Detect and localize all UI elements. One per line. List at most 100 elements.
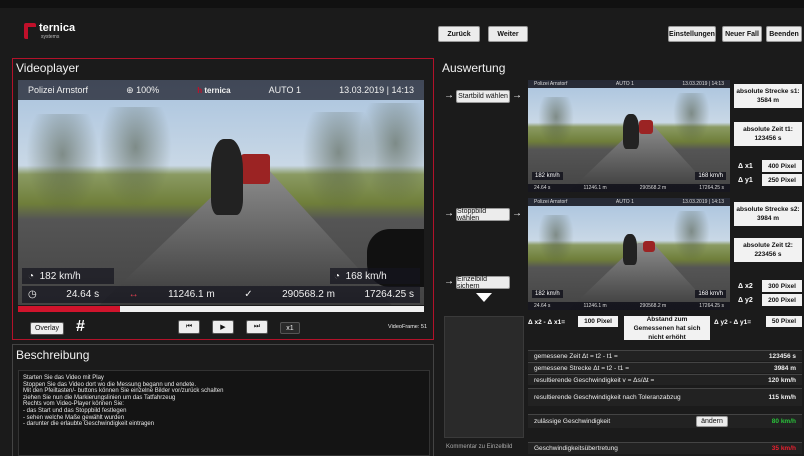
- play-button[interactable]: ▶: [212, 320, 234, 334]
- distance-value: 11246.1 m: [168, 289, 215, 300]
- car: [241, 154, 270, 184]
- time-right-value: 17264.25 s: [364, 289, 414, 300]
- grid-icon[interactable]: #: [76, 318, 85, 336]
- thumb-datetime: 13.03.2019 | 14:13: [682, 199, 724, 205]
- clock-icon: ◷: [28, 289, 37, 300]
- thumb-mode: AUTO 1: [615, 199, 634, 205]
- dx-diff-value: 100 Pixel: [578, 316, 618, 327]
- video-datetime: 13.03.2019 | 14:13: [339, 85, 414, 95]
- t1-value: 123456 s: [754, 135, 782, 142]
- t2-box: absolute Zeit t2: 223456 s: [734, 238, 802, 262]
- logo-sub: systems: [41, 34, 60, 40]
- zoom-icon: ⊕: [126, 84, 137, 95]
- stop-frame-button[interactable]: Stoppbild wählen: [456, 208, 510, 222]
- violation-value: 35 km/h: [771, 445, 796, 452]
- progress-track[interactable]: [18, 306, 424, 312]
- s2-label: absolute Strecke s2:: [736, 206, 800, 213]
- comment-area[interactable]: [444, 316, 524, 438]
- start-frame-button[interactable]: Startbild wählen: [456, 90, 510, 103]
- down-arrow-icon: [476, 293, 492, 302]
- s2-box: absolute Strecke s2: 3984 m: [734, 202, 802, 226]
- description-line: - darunter die erlaubte Geschwindigkeit …: [23, 421, 155, 428]
- time-left-value: 24.64 s: [66, 289, 100, 300]
- description-text: Starten Sie das Video mit Play Stoppen S…: [18, 370, 430, 456]
- video-info-bar: Polizei Arnstorf ⊕ 100% h ternica AUTO 1…: [18, 80, 424, 100]
- thumb-source: Polizei Arnstorf: [534, 199, 568, 205]
- stop-frame-thumbnail: Polizei Arnstorf AUTO 1 13.03.2019 | 14:13…: [528, 198, 730, 310]
- tolerance-row: resultierende Geschwindigkeit nach Toler…: [528, 388, 802, 406]
- thumb-speed-left: 182 km/h: [532, 290, 563, 298]
- position-value: 290568.2 m: [282, 289, 335, 300]
- motorcycle: [210, 138, 244, 215]
- allowed-speed-label: zulässige Geschwindigkeit: [534, 418, 611, 425]
- speed-icon: ◔: [334, 270, 346, 282]
- start-frame-thumbnail: Polizei Arnstorf AUTO 1 13.03.2019 | 14:13…: [528, 80, 730, 192]
- s1-label: absolute Strecke s1:: [736, 88, 800, 95]
- logo-mark-icon: [24, 23, 36, 39]
- description-line: - das Start und das Stoppbild festlegen: [23, 407, 127, 414]
- dy-diff-label: Δ y2 - Δ y1=: [714, 319, 751, 326]
- thumb-dist: 11246.1 m: [583, 303, 607, 309]
- arrow-right-icon: →: [444, 276, 454, 287]
- s2-value: 3984 m: [756, 215, 780, 222]
- thumb-dist: 11246.1 m: [583, 185, 607, 191]
- dx1-value: 400 Pixel: [762, 160, 802, 172]
- thumb-pos: 290568.2 m: [639, 185, 667, 191]
- step-forward-button[interactable]: ⏭: [246, 320, 268, 334]
- save-frame-button[interactable]: Einzelbild sichern: [456, 276, 510, 290]
- description-line: - sehen welche Maße gewählt wurden: [23, 414, 125, 421]
- result-row: resultierende Geschwindigkeit v = Δs/Δt …: [528, 374, 802, 385]
- change-speed-button[interactable]: ändern: [696, 416, 728, 427]
- speed-select[interactable]: x1: [280, 322, 300, 334]
- t1-label: absolute Zeit t1:: [743, 126, 793, 133]
- description-line: ziehen Sie nun die Markierungslinien um …: [23, 394, 176, 401]
- comment-label: Kommentar zu Einzelbild: [446, 444, 513, 450]
- allowed-speed-row: zulässige Geschwindigkeit 80 km/h: [528, 414, 802, 428]
- frame-counter: VideoFrame: 51: [388, 324, 428, 330]
- thumb-time: 24.64 s: [534, 303, 551, 309]
- dx2-value: 300 Pixel: [762, 280, 802, 292]
- result-value: 3984 m: [773, 364, 796, 372]
- dx2-label: Δ x2: [738, 283, 753, 290]
- overlay-button[interactable]: Overlay: [30, 322, 64, 335]
- thumb-time: 24.64 s: [534, 185, 551, 191]
- thumb-source: Polizei Arnstorf: [534, 81, 568, 87]
- skip-forward-icon: ⏭: [253, 323, 261, 330]
- result-value: 123456 s: [768, 352, 796, 360]
- s1-value: 3584 m: [756, 97, 780, 104]
- measurement-bar: ◷ 24.64 s ↔ 11246.1 m ✓ 290568.2 m 17264…: [22, 286, 420, 303]
- video-watermark-logo: h ternica: [197, 85, 231, 95]
- result-row: gemessene Zeit Δt = t2 - t1 = 123456 s: [528, 350, 802, 361]
- thumb-speed-right: 168 km/h: [695, 290, 726, 298]
- dy2-value: 200 Pixel: [762, 294, 802, 306]
- description-line: Rechts vom Video-Player können Sie:: [23, 401, 124, 408]
- thumb-mode: AUTO 1: [615, 81, 634, 87]
- distance-icon: ↔: [128, 289, 139, 300]
- speed-left-box: ◔ 182 km/h: [22, 268, 114, 284]
- description-line: Starten Sie das Video mit Play: [23, 375, 104, 381]
- dx-diff-label: Δ x2 - Δ x1=: [528, 319, 565, 326]
- dy-diff-value: 50 Pixel: [766, 316, 802, 327]
- description-line: Stoppen Sie das Video dort wo die Messun…: [23, 381, 197, 388]
- settings-button[interactable]: Einstellungen: [668, 26, 716, 42]
- result-label: gemessene Strecke Δt = t2 - t1 =: [534, 364, 630, 372]
- next-button[interactable]: Weiter: [488, 26, 528, 42]
- t2-label: absolute Zeit t2:: [743, 242, 793, 249]
- new-case-button[interactable]: Neuer Fall: [722, 26, 762, 42]
- dy2-label: Δ y2: [738, 297, 753, 304]
- result-row: gemessene Strecke Δt = t2 - t1 = 3984 m: [528, 362, 802, 373]
- description-line: Mit den Pfeiltasten/- buttons können Sie…: [23, 388, 224, 395]
- thumb-speed-left: 182 km/h: [532, 172, 563, 180]
- t2-value: 223456 s: [754, 251, 782, 258]
- dy1-value: 250 Pixel: [762, 174, 802, 186]
- s1-box: absolute Strecke s1: 3584 m: [734, 84, 802, 108]
- back-button[interactable]: Zurück: [438, 26, 480, 42]
- tolerance-value: 115 km/h: [768, 394, 796, 401]
- arrow-right-icon: →: [512, 90, 522, 101]
- arrow-right-icon: →: [444, 208, 454, 219]
- allowed-speed-value: 80 km/h: [771, 418, 796, 425]
- tolerance-label: resultierende Geschwindigkeit nach Toler…: [534, 394, 681, 401]
- step-back-button[interactable]: ⏮: [178, 320, 200, 334]
- exit-button[interactable]: Beenden: [766, 26, 802, 42]
- zoom-display[interactable]: ⊕ 100%: [126, 85, 159, 96]
